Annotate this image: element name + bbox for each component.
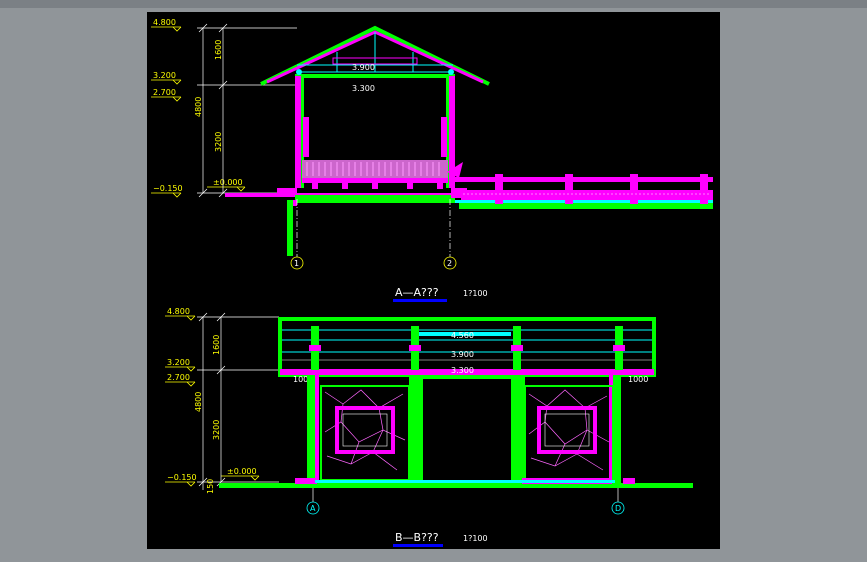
level-top-bb: 4.800 <box>167 307 190 316</box>
level-beam-aa: 2.700 <box>153 88 176 97</box>
level-zero-bb: ±0.000 <box>227 467 257 476</box>
level-zero-aa: ±0.000 <box>213 178 243 187</box>
level-ground-aa: −0.150 <box>153 184 183 193</box>
inner-level-3900-bb: 3.900 <box>451 350 474 359</box>
dim-4800-aa: 4800 <box>194 97 203 117</box>
section-scale-bb: 1?100 <box>463 534 488 543</box>
section-aa: 4.800 3.200 2.700 −0.150 ±0.000 1600 320… <box>151 18 713 302</box>
dim-1600-aa: 1600 <box>214 40 223 60</box>
axes-bb: A D <box>306 488 625 515</box>
dimensions-bb <box>197 312 279 490</box>
section-bb: 4.800 3.200 2.700 −0.150 ±0.000 1600 320… <box>165 307 693 547</box>
section-title-aa: A—A??? <box>395 286 439 299</box>
inner-level-3900-aa: 3.900 <box>352 63 375 72</box>
dimensions-aa <box>197 23 297 198</box>
title-block-aa: A—A??? 1?100 <box>393 286 488 302</box>
dim-4800-bb: 4800 <box>194 392 203 412</box>
bench-aa <box>302 160 463 189</box>
level-marks-bb: 4.800 3.200 2.700 −0.150 ±0.000 <box>165 307 260 487</box>
axis-bubble-a-bb: A <box>310 504 316 513</box>
bridge-railing-aa <box>455 174 713 209</box>
window-frame <box>0 0 867 8</box>
walls-bb <box>307 375 621 483</box>
axes-aa: 1 2 <box>290 199 457 270</box>
inner-level-4560-bb: 4.560 <box>451 331 474 340</box>
drawing-svg: 4.800 3.200 2.700 −0.150 ±0.000 1600 320… <box>151 18 713 547</box>
dim-3200-bb: 3200 <box>212 420 221 440</box>
axis-bubble-1-aa: 1 <box>294 259 299 268</box>
floor-bb <box>219 478 693 488</box>
offset-right-bb: 1000 <box>628 375 648 384</box>
level-ground-bb: −0.150 <box>167 473 197 482</box>
cad-drawing-canvas[interactable]: 4.800 3.200 2.700 −0.150 ±0.000 1600 320… <box>147 12 720 549</box>
level-eave-aa: 3.200 <box>153 71 176 80</box>
dim-1600-bb: 1600 <box>212 335 221 355</box>
section-title-bb: B—B??? <box>395 531 439 544</box>
axis-bubble-d-bb: D <box>615 504 621 513</box>
floor-aa <box>225 188 467 256</box>
roof-aa <box>260 25 490 86</box>
level-beam-bb: 2.700 <box>167 373 190 382</box>
inner-level-3300-aa: 3.300 <box>352 84 375 93</box>
dim-3200-aa: 3200 <box>214 132 223 152</box>
axis-bubble-2-aa: 2 <box>447 259 452 268</box>
title-block-bb: B—B??? 1?100 <box>393 531 488 547</box>
level-top-aa: 4.800 <box>153 18 176 27</box>
inner-level-3300-bb: 3.300 <box>451 366 474 375</box>
dim-150-bb: 150 <box>206 479 215 494</box>
section-scale-aa: 1?100 <box>463 289 488 298</box>
level-eave-bb: 3.200 <box>167 358 190 367</box>
